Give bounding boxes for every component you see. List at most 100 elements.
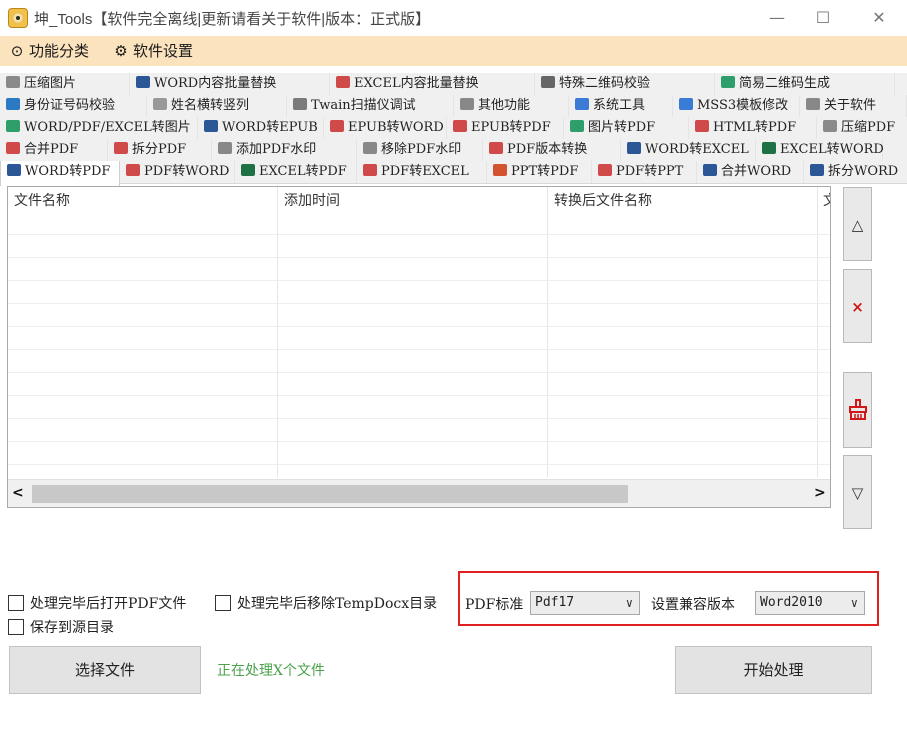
tab-item[interactable]: 压缩图片 bbox=[0, 73, 130, 95]
maximize-button[interactable]: ☐ bbox=[798, 0, 848, 36]
tab-label: 添加PDF水印 bbox=[236, 142, 317, 157]
tab-item[interactable]: PDF转PPT bbox=[592, 161, 697, 183]
tab-label: WORD内容批量替换 bbox=[154, 76, 277, 91]
tab-item[interactable]: 姓名横转竖列 bbox=[147, 95, 287, 117]
tab-item[interactable]: PDF版本转换 bbox=[483, 139, 621, 161]
tab-item[interactable]: 移除PDF水印 bbox=[357, 139, 483, 161]
chevron-down-icon: ∨ bbox=[850, 596, 858, 610]
tab-row: 压缩图片 WORD内容批量替换 EXCEL内容批量替换 特殊二维码校验 简易二维码生成 bbox=[0, 73, 907, 96]
tab-item[interactable]: WORD/PDF/EXCEL转图片 bbox=[0, 117, 198, 139]
tab-item[interactable]: 简易二维码生成 bbox=[715, 73, 895, 95]
row-divider bbox=[8, 257, 830, 258]
scrollbar-thumb[interactable] bbox=[32, 485, 628, 503]
tab-label: WORD转PDF bbox=[25, 164, 111, 179]
tab-item[interactable]: Twain扫描仪调试 bbox=[287, 95, 454, 117]
column-header-filename[interactable]: 文件名称 bbox=[14, 190, 70, 210]
tab-item[interactable]: EPUB转WORD bbox=[324, 117, 447, 139]
tab-item[interactable]: 身份证号码校验 bbox=[0, 95, 147, 117]
title-bar: 坤_Tools【软件完全离线|更新请看关于软件|版本：正式版】 — ☐ ✕ bbox=[0, 0, 907, 36]
compress-icon bbox=[6, 76, 20, 88]
tab-item[interactable]: 压缩PDF bbox=[817, 117, 907, 139]
tab-item[interactable]: 图片转PDF bbox=[564, 117, 689, 139]
tab-item[interactable]: WORD转PDF bbox=[0, 161, 120, 186]
remove-button[interactable]: × bbox=[843, 269, 872, 343]
open-pdf-checkbox[interactable]: 处理完毕后打开PDF文件 bbox=[8, 593, 186, 613]
compat-version-label: 设置兼容版本 bbox=[651, 597, 735, 613]
pdf-standard-label: PDF标准 bbox=[465, 597, 524, 613]
tab-item[interactable]: EXCEL内容批量替换 bbox=[330, 73, 535, 95]
tab-item[interactable]: PDF转EXCEL bbox=[357, 161, 487, 183]
table-header: 文件名称 添加时间 转换后文件名称 文 bbox=[8, 187, 830, 211]
compat-version-select[interactable]: Word2010 ∨ bbox=[755, 591, 865, 615]
tab-label: 其他功能 bbox=[478, 98, 531, 113]
tab-item[interactable]: PPT转PDF bbox=[487, 161, 592, 183]
tab-item[interactable]: PDF转WORD bbox=[120, 161, 235, 183]
checkbox-box[interactable] bbox=[215, 595, 231, 611]
pdf-standard-select[interactable]: Pdf17 ∨ bbox=[530, 591, 640, 615]
doc-icon bbox=[6, 142, 20, 154]
tab-label: 身份证号码校验 bbox=[24, 98, 116, 113]
move-down-button[interactable]: ▽ bbox=[843, 455, 872, 529]
tab-label: PDF版本转换 bbox=[507, 142, 588, 157]
scroll-left-arrow-icon[interactable]: < bbox=[12, 485, 24, 501]
tab-label: 关于软件 bbox=[824, 98, 877, 113]
tab-item[interactable]: MSS3模板修改 bbox=[673, 95, 800, 117]
tab-label: Twain扫描仪调试 bbox=[311, 98, 416, 113]
triangle-up-icon: △ bbox=[851, 216, 864, 234]
tab-label: EXCEL转WORD bbox=[780, 142, 884, 157]
close-button[interactable]: ✕ bbox=[854, 0, 904, 36]
menu-function-category[interactable]: ⊙ 功能分类 bbox=[8, 41, 89, 61]
tab-item[interactable]: 添加PDF水印 bbox=[212, 139, 357, 161]
word-icon bbox=[627, 142, 641, 154]
tab-label: 拆分WORD bbox=[828, 164, 899, 179]
scroll-right-arrow-icon[interactable]: > bbox=[814, 485, 826, 501]
tab-item[interactable]: 合并WORD bbox=[697, 161, 804, 183]
tab-label: 合并PDF bbox=[24, 142, 79, 157]
column-header-extra[interactable]: 文 bbox=[823, 190, 830, 210]
doc-icon bbox=[489, 142, 503, 154]
column-header-converted-name[interactable]: 转换后文件名称 bbox=[554, 190, 652, 210]
tab-label: EPUB转PDF bbox=[471, 120, 551, 135]
move-up-button[interactable]: △ bbox=[843, 187, 872, 261]
tab-item[interactable]: 关于软件 bbox=[800, 95, 907, 117]
tab-item[interactable]: 系统工具 bbox=[569, 95, 673, 117]
horizontal-scrollbar[interactable]: < > bbox=[8, 479, 830, 507]
epub-icon bbox=[330, 120, 344, 132]
minimize-button[interactable]: — bbox=[752, 0, 802, 36]
select-files-button[interactable]: 选择文件 bbox=[9, 646, 201, 694]
tab-item[interactable]: EXCEL转PDF bbox=[235, 161, 357, 183]
clear-button[interactable] bbox=[843, 372, 872, 448]
tab-item[interactable]: EXCEL转WORD bbox=[756, 139, 884, 161]
column-header-added-time[interactable]: 添加时间 bbox=[284, 190, 340, 210]
tab-item[interactable]: HTML转PDF bbox=[689, 117, 817, 139]
tab-label: 拆分PDF bbox=[132, 142, 187, 157]
save-to-source-checkbox[interactable]: 保存到源目录 bbox=[8, 617, 114, 637]
compat-version-value: Word2010 bbox=[760, 595, 823, 610]
doc-icon bbox=[695, 120, 709, 132]
tab-label: WORD/PDF/EXCEL转图片 bbox=[24, 120, 191, 135]
remove-temp-checkbox[interactable]: 处理完毕后移除TempDocx目录 bbox=[215, 593, 437, 613]
tab-item[interactable]: 其他功能 bbox=[454, 95, 569, 117]
watermark-icon bbox=[363, 142, 377, 154]
tab-item[interactable]: WORD转EPUB bbox=[198, 117, 324, 139]
chevron-down-icon: ∨ bbox=[625, 596, 633, 610]
tab-label: MSS3模板修改 bbox=[697, 98, 789, 113]
tab-item[interactable]: 合并PDF bbox=[0, 139, 108, 161]
tab-item[interactable]: WORD内容批量替换 bbox=[130, 73, 330, 95]
tab-item[interactable]: 特殊二维码校验 bbox=[535, 73, 715, 95]
tab-row: 合并PDF 拆分PDF 添加PDF水印 移除PDF水印 PDF版本转换 WORD转EXCE… bbox=[0, 139, 907, 162]
tools-icon bbox=[679, 98, 693, 110]
checkbox-box[interactable] bbox=[8, 595, 24, 611]
file-table[interactable]: 文件名称 添加时间 转换后文件名称 文 < > bbox=[7, 186, 831, 508]
start-processing-button[interactable]: 开始处理 bbox=[675, 646, 872, 694]
ppt-icon bbox=[493, 164, 507, 176]
tab-label: EPUB转WORD bbox=[348, 120, 444, 135]
tab-item[interactable]: WORD转EXCEL bbox=[621, 139, 756, 161]
menu-software-settings[interactable]: ⚙ 软件设置 bbox=[112, 41, 193, 61]
tab-item[interactable]: 拆分PDF bbox=[108, 139, 212, 161]
word-icon bbox=[7, 164, 21, 176]
tab-item[interactable]: 拆分WORD bbox=[804, 161, 907, 183]
epub-icon bbox=[453, 120, 467, 132]
checkbox-box[interactable] bbox=[8, 619, 24, 635]
tab-item[interactable]: EPUB转PDF bbox=[447, 117, 564, 139]
